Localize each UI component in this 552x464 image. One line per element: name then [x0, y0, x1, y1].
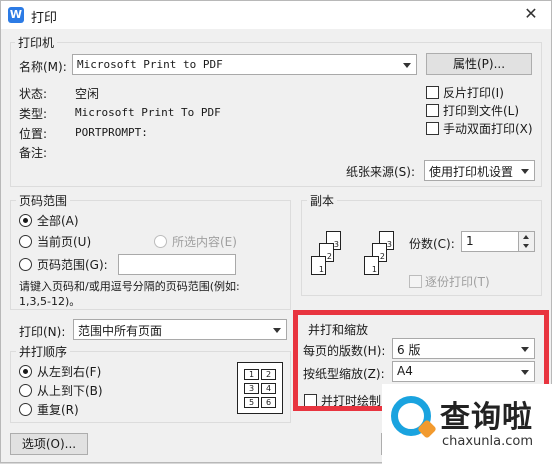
watermark-logo: 查询啦 chaxunla.com	[382, 384, 552, 464]
title-bar: W 打印 ✕	[1, 1, 551, 29]
print-what-value: 范围中所有页面	[78, 324, 163, 338]
copies-count-input[interactable]: 1	[461, 231, 519, 252]
page-icon: 1	[311, 256, 326, 275]
collate-stack-icon: 3 2 1	[306, 231, 356, 281]
order-top-to-bottom-radio[interactable]	[19, 384, 32, 397]
grid-cell: 2	[261, 369, 276, 380]
range-pages-input[interactable]	[118, 254, 236, 275]
order-left-to-right-radio[interactable]	[19, 365, 32, 378]
print-to-file-label[interactable]: 打印到文件(L)	[443, 102, 519, 119]
order-legend: 并打顺序	[16, 343, 71, 360]
printer-name-value: Microsoft Print to PDF	[77, 58, 223, 71]
print-what-label: 打印(N):	[19, 325, 66, 339]
spin-down-icon[interactable]	[523, 244, 529, 248]
location-label: 位置:	[19, 127, 48, 141]
paper-source-value: 使用打印机设置	[429, 165, 514, 179]
range-hint-line1: 请键入页码和/或用逗号分隔的页码范围(例如:	[19, 280, 240, 293]
order-repeat-radio[interactable]	[19, 403, 32, 416]
copies-spinner[interactable]	[519, 231, 535, 252]
print-to-file-checkbox[interactable]	[426, 104, 439, 117]
status-value: 空闲	[75, 87, 100, 101]
comment-label: 备注:	[19, 146, 48, 160]
status-label: 状态:	[19, 87, 48, 101]
window-title: 打印	[31, 11, 58, 26]
range-all-radio[interactable]	[19, 214, 32, 227]
location-value: PORTPROMPT:	[75, 126, 148, 139]
close-icon[interactable]: ✕	[519, 4, 543, 24]
grid-cell: 3	[244, 383, 259, 394]
manual-duplex-label[interactable]: 手动双面打印(X)	[443, 120, 533, 137]
type-label: 类型:	[19, 107, 48, 121]
range-current-label[interactable]: 当前页(U)	[37, 233, 91, 250]
order-top-to-bottom-label[interactable]: 从上到下(B)	[37, 382, 103, 399]
grid-cell: 1	[244, 369, 259, 380]
printer-legend: 打印机	[15, 34, 58, 51]
chevron-down-icon	[521, 169, 529, 174]
collate-checkbox[interactable]	[409, 275, 422, 288]
manual-duplex-checkbox[interactable]	[426, 122, 439, 135]
page-icon: 1	[364, 256, 379, 275]
copies-legend: 副本	[307, 192, 338, 209]
order-left-to-right-label[interactable]: 从左到右(F)	[37, 363, 101, 380]
spin-up-icon[interactable]	[523, 235, 529, 239]
print-what-select[interactable]: 范围中所有页面	[73, 319, 287, 340]
reverse-print-label[interactable]: 反片打印(I)	[443, 84, 504, 101]
paper-source-label: 纸张来源(S):	[346, 165, 416, 179]
chevron-down-icon	[403, 63, 411, 68]
range-hint-line2: 1,3,5-12)。	[19, 295, 81, 308]
printer-name-select[interactable]: Microsoft Print to PDF	[72, 54, 417, 75]
chevron-down-icon	[273, 328, 281, 333]
type-value: Microsoft Print To PDF	[75, 106, 221, 119]
page-range-legend: 页码范围	[16, 192, 71, 209]
copies-count-value: 1	[466, 234, 474, 248]
options-button[interactable]: 选项(O)...	[10, 433, 88, 455]
collate-label[interactable]: 逐份打印(T)	[425, 273, 490, 290]
printer-name-label: 名称(M):	[19, 60, 67, 74]
range-pages-radio[interactable]	[19, 258, 32, 271]
grid-cell: 6	[261, 397, 276, 408]
grid-cell: 4	[261, 383, 276, 394]
grid-cell: 5	[244, 397, 259, 408]
range-selection-radio[interactable]	[154, 235, 167, 248]
range-pages-label[interactable]: 页码范围(G):	[37, 256, 108, 273]
page-order-preview-icon: 1 2 3 4 5 6	[237, 362, 283, 414]
order-repeat-label[interactable]: 重复(R)	[37, 401, 79, 418]
watermark-text: 查询啦	[440, 400, 533, 435]
collate-stack-icon: 3 2 1	[359, 231, 409, 281]
paper-source-select[interactable]: 使用打印机设置	[424, 160, 535, 181]
range-selection-label[interactable]: 所选内容(E)	[172, 233, 237, 250]
copies-count-label: 份数(C):	[409, 237, 455, 251]
properties-button[interactable]: 属性(P)...	[426, 53, 532, 75]
wps-app-icon: W	[8, 7, 24, 23]
print-dialog: W 打印 ✕ 打印机 名称(M): Microsoft Print to PDF…	[0, 0, 552, 464]
range-current-radio[interactable]	[19, 235, 32, 248]
watermark-sub: chaxunla.com	[442, 434, 533, 449]
range-all-label[interactable]: 全部(A)	[37, 212, 79, 229]
reverse-print-checkbox[interactable]	[426, 86, 439, 99]
